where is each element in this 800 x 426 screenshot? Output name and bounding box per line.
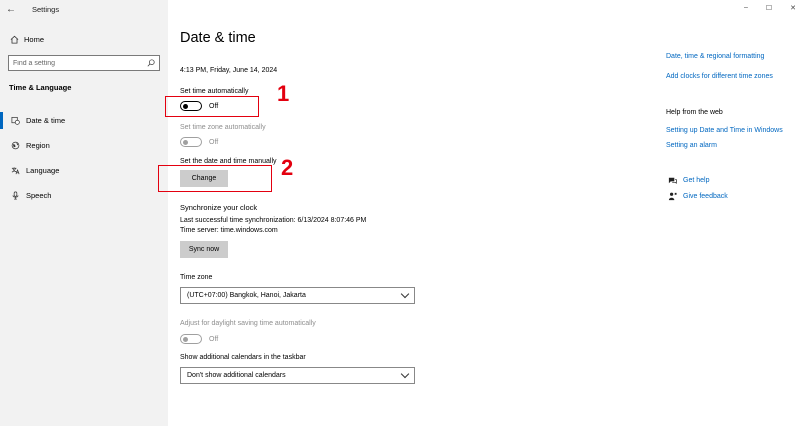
link-add-clocks[interactable]: Add clocks for different time zones [666,73,773,80]
chevron-down-icon [400,369,410,379]
link-regional-formatting[interactable]: Date, time & regional formatting [666,53,764,60]
sidebar-item-label: Speech [26,191,52,200]
sidebar-nav: Date & time Region Language Speech [0,108,168,208]
get-help-link[interactable]: Get help [666,176,709,185]
title-bar: ← Settings [0,0,168,18]
main-panel: – ☐ ✕ Date & time 4:13 PM, Friday, June … [168,0,800,426]
calendars-value: Don't show additional calendars [187,372,286,379]
sidebar-item-date-time[interactable]: Date & time [0,108,168,133]
time-server-text: Time server: time.windows.com [180,227,278,234]
maximize-icon[interactable]: ☐ [766,4,772,12]
sidebar-item-label: Language [26,166,60,175]
timezone-label: Time zone [180,274,213,281]
sync-heading: Synchronize your clock [180,203,258,212]
calendar-clock-icon [8,116,22,125]
microphone-icon [8,191,22,200]
dst-row: Off [180,334,218,344]
link-setting-alarm[interactable]: Setting an alarm [666,142,717,149]
window-controls: – ☐ ✕ [744,4,796,12]
globe-icon [8,141,22,150]
set-tz-auto-row: Off [180,137,218,147]
dst-toggle [180,334,202,344]
timezone-value: (UTC+07:00) Bangkok, Hanoi, Jakarta [187,292,306,299]
home-label: Home [24,34,45,44]
app-title: Settings [32,4,60,14]
chat-help-icon [666,176,678,185]
annotation-box-1 [165,96,259,117]
calendars-select[interactable]: Don't show additional calendars [180,367,415,384]
calendars-label: Show additional calendars in the taskbar [180,354,306,361]
back-arrow-icon[interactable]: ← [0,4,22,15]
home-icon [4,35,24,44]
minimize-icon[interactable]: – [744,4,748,12]
sidebar-item-label: Date & time [26,116,66,125]
section-title: Time & Language [9,83,72,92]
home-nav-item[interactable]: Home [0,30,168,48]
page-title: Date & time [180,30,256,46]
set-tz-auto-toggle [180,137,202,147]
sidebar-item-speech[interactable]: Speech [0,183,168,208]
search-input[interactable] [13,59,143,67]
set-manual-label: Set the date and time manually [180,158,277,165]
sidebar-item-label: Region [26,141,50,150]
link-setup-date-time[interactable]: Setting up Date and Time in Windows [666,127,783,134]
feedback-person-icon [666,192,678,201]
toggle-state: Off [209,335,219,343]
annotation-number-2: 2 [281,155,294,180]
sync-now-button[interactable]: Sync now [180,241,228,258]
chevron-down-icon [400,289,410,299]
annotation-number-1: 1 [277,81,290,106]
give-feedback-label: Give feedback [683,193,728,200]
get-help-label: Get help [683,177,710,184]
set-tz-auto-label: Set time zone automatically [180,124,266,131]
sidebar-item-region[interactable]: Region [0,133,168,158]
toggle-state: Off [209,138,219,146]
timezone-select[interactable]: (UTC+07:00) Bangkok, Hanoi, Jakarta [180,287,415,304]
dst-label: Adjust for daylight saving time automati… [180,320,316,327]
current-datetime: 4:13 PM, Friday, June 14, 2024 [180,67,278,74]
give-feedback-link[interactable]: Give feedback [666,192,728,201]
last-sync-text: Last successful time synchronization: 6/… [180,217,367,224]
search-icon[interactable] [147,54,155,72]
help-heading: Help from the web [666,109,723,116]
annotation-box-2 [158,165,272,192]
language-icon [8,166,22,175]
sidebar: ← Settings Home Time & Language Date & t… [0,0,168,426]
sidebar-item-language[interactable]: Language [0,158,168,183]
search-box[interactable] [8,55,160,71]
close-icon[interactable]: ✕ [790,4,796,12]
set-time-auto-label: Set time automatically [180,88,249,95]
